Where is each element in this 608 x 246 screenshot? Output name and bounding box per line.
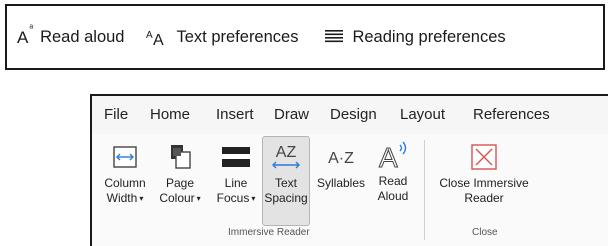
read-aloud-button[interactable]: Aᵃ Read aloud — [17, 17, 124, 57]
line-focus-icon — [219, 140, 253, 174]
tab-layout[interactable]: Layout — [400, 106, 445, 123]
group-separator — [424, 140, 425, 240]
tab-home[interactable]: Home — [150, 106, 190, 123]
reading-preferences-label: Reading preferences — [352, 27, 506, 46]
reading-preferences-button[interactable]: Reading preferences — [324, 17, 506, 57]
page-colour-label: Page Colour ▾ — [159, 176, 201, 205]
close-x-icon — [467, 140, 501, 174]
syllables-label: Syllables — [316, 176, 366, 190]
text-preferences-label: Text preferences — [176, 27, 299, 46]
ribbon: File Home Insert Draw Design Layout Refe… — [90, 94, 608, 246]
text-preferences-icon: A A — [146, 28, 168, 46]
reading-preferences-icon — [324, 29, 344, 45]
svg-text:A: A — [379, 142, 398, 171]
read-aloud-label: Read aloud — [40, 27, 125, 46]
read-aloud-ribbon-button[interactable]: A Read Aloud — [372, 138, 414, 204]
text-preferences-button[interactable]: A A Text preferences — [146, 17, 298, 57]
menu-bar: File Home Insert Draw Design Layout Refe… — [92, 96, 608, 134]
text-spacing-button[interactable]: AZ Text Spacing — [262, 136, 310, 226]
syllables-icon: A·Z — [324, 140, 358, 174]
syllables-button[interactable]: A·Z Syllables — [314, 140, 368, 191]
svg-text:A: A — [153, 32, 164, 46]
column-width-button[interactable]: Column Width ▾ — [98, 140, 152, 206]
close-immersive-reader-label: Close Immersive Reader — [439, 176, 529, 205]
text-spacing-icon: AZ — [269, 140, 303, 174]
tab-design[interactable]: Design — [330, 106, 377, 123]
page-colour-button[interactable]: Page Colour ▾ — [154, 140, 206, 206]
read-aloud-speaker-icon: A — [376, 138, 410, 172]
read-aloud-icon: Aᵃ — [17, 22, 34, 47]
line-focus-label: Line Focus ▾ — [216, 176, 256, 205]
tab-references[interactable]: References — [473, 106, 550, 123]
svg-text:AZ: AZ — [276, 144, 297, 161]
page-colour-icon — [163, 140, 197, 174]
tab-draw[interactable]: Draw — [274, 106, 309, 123]
svg-text:A·Z: A·Z — [328, 150, 354, 167]
column-width-label: Column Width ▾ — [104, 176, 146, 205]
line-focus-button[interactable]: Line Focus ▾ — [212, 140, 260, 206]
tab-file[interactable]: File — [104, 106, 128, 123]
column-width-icon — [108, 140, 142, 174]
read-aloud-ribbon-label: Read Aloud — [377, 174, 409, 203]
group-label-close: Close — [472, 227, 498, 238]
text-spacing-label: Text Spacing — [264, 176, 308, 205]
group-label-immersive-reader: Immersive Reader — [228, 227, 310, 238]
close-immersive-reader-button[interactable]: Close Immersive Reader — [432, 140, 536, 206]
ribbon-panel: Column Width ▾ Page Colour ▾ Line Focus ▾ — [92, 134, 608, 246]
tab-insert[interactable]: Insert — [216, 106, 254, 123]
immersive-toolbar: Aᵃ Read aloud A A Text preferences Readi… — [5, 4, 605, 70]
svg-text:A: A — [146, 30, 153, 41]
